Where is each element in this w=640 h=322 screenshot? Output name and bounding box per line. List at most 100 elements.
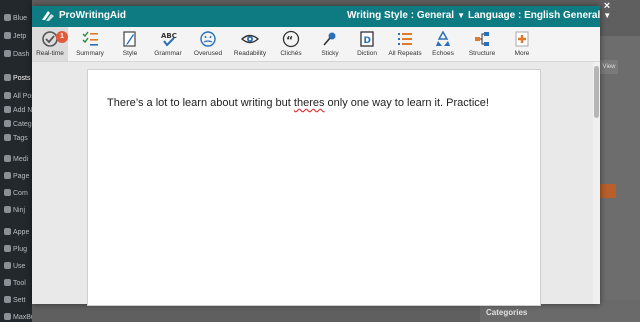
brand-title: ProWritingAid bbox=[59, 10, 127, 21]
toolbar-label: Sticky bbox=[321, 50, 339, 57]
wp-menu-icon bbox=[4, 296, 11, 303]
toolbar-button-diction[interactable]: D Diction bbox=[350, 27, 384, 61]
wp-menu-icon bbox=[4, 228, 11, 235]
wp-menu-label: Plug bbox=[13, 246, 28, 253]
wp-menu-icon bbox=[4, 155, 11, 162]
prowritingaid-logo-icon bbox=[42, 11, 54, 21]
toolbar-label: Clichés bbox=[280, 50, 302, 57]
toolbar-label: Echoes bbox=[432, 50, 454, 57]
wp-admin-sidebar: Blue Jetp Dash Posts All Posts Add New Categor… bbox=[0, 0, 50, 322]
wp-menu-label: Tags bbox=[13, 135, 28, 142]
language-label: Language : English General bbox=[468, 10, 601, 21]
toolbar-label: More bbox=[514, 50, 530, 57]
toolbar-button-overused[interactable]: Overused bbox=[187, 27, 229, 61]
wp-menu-icon bbox=[4, 279, 11, 286]
wp-menu-icon bbox=[4, 206, 11, 213]
editor-scrollbar[interactable] bbox=[593, 62, 600, 304]
wp-menu-icon bbox=[4, 134, 11, 141]
wp-menu-label: Use bbox=[13, 263, 26, 270]
wp-menu-icon bbox=[4, 172, 11, 179]
wp-menu-item[interactable]: Com bbox=[4, 189, 28, 197]
wp-menu-label: Tool bbox=[13, 280, 26, 287]
close-button[interactable]: × bbox=[601, 0, 613, 12]
wp-menu-item[interactable]: Use bbox=[4, 262, 25, 270]
wp-menu-item[interactable]: Blue bbox=[4, 14, 27, 22]
toolbar-button-structure[interactable]: Structure bbox=[461, 27, 503, 61]
document-page[interactable]: There’s a lot to learn about writing but… bbox=[87, 69, 541, 306]
document-text[interactable]: There’s a lot to learn about writing but… bbox=[107, 97, 489, 109]
toolbar-button-all-repeats[interactable]: All Repeats bbox=[385, 27, 425, 61]
toolbar-button-summary[interactable]: Summary bbox=[69, 27, 111, 61]
toolbar-label: Diction bbox=[357, 50, 377, 57]
modal-header: ProWritingAid Writing Style : General ▼ L… bbox=[32, 0, 611, 27]
toolbar-button-echoes[interactable]: Echoes bbox=[426, 27, 460, 61]
wp-menu-label: Page bbox=[13, 173, 30, 180]
wp-publish-button[interactable] bbox=[598, 184, 616, 198]
wp-menu-label: Posts bbox=[13, 75, 31, 82]
pin-icon bbox=[323, 32, 336, 46]
toolbar-label: Style bbox=[122, 50, 138, 57]
wp-menu-item[interactable]: Tags bbox=[4, 134, 28, 142]
wp-menu-icon bbox=[4, 14, 11, 21]
wp-menu-label: Ninj bbox=[13, 207, 26, 214]
toolbar-button-grammar[interactable]: ABC Grammar bbox=[149, 27, 187, 61]
toolbar-button-style[interactable]: Style bbox=[113, 27, 147, 61]
wp-menu-icon bbox=[4, 120, 11, 127]
pen-paper-icon bbox=[123, 31, 136, 47]
toolbar-button-clich-s[interactable]: “ Clichés bbox=[272, 27, 310, 61]
wp-menu-item[interactable]: Posts bbox=[4, 74, 31, 82]
wp-menu-item[interactable]: Plug bbox=[4, 245, 27, 253]
editor-area: There’s a lot to learn about writing but… bbox=[32, 62, 600, 306]
language-dropdown[interactable]: Language : English General ▼ bbox=[468, 10, 611, 21]
toolbar-button-readability[interactable]: Readability bbox=[229, 27, 271, 61]
wp-menu-label: Sett bbox=[13, 297, 26, 304]
wp-menu-item[interactable]: Tool bbox=[4, 279, 26, 287]
text-after: only one way to learn it. Practice! bbox=[324, 97, 489, 109]
wp-menu-item[interactable]: Page bbox=[4, 172, 29, 180]
toolbar-label: Readability bbox=[233, 50, 267, 57]
wp-menu-item[interactable]: Appe bbox=[4, 228, 29, 236]
wp-menu-icon bbox=[4, 74, 11, 81]
wp-menu-label: Dash bbox=[13, 51, 30, 58]
wp-right-column bbox=[600, 36, 640, 300]
quote-bubble-icon: “ bbox=[282, 30, 300, 48]
wp-menu-item[interactable]: Jetp bbox=[4, 32, 26, 40]
wp-menu-item[interactable]: Ninj bbox=[4, 206, 25, 214]
toolbar-label: All Repeats bbox=[388, 50, 422, 57]
prowritingaid-modal: ProWritingAid Writing Style : General ▼ L… bbox=[32, 0, 611, 306]
wp-menu-item[interactable]: Medi bbox=[4, 155, 28, 163]
wp-menu-item[interactable]: Dash bbox=[4, 50, 29, 58]
svg-text:“: “ bbox=[286, 34, 293, 47]
wp-menu-icon bbox=[4, 92, 11, 99]
wp-view-button[interactable]: View bbox=[600, 60, 618, 74]
wp-menu-icon bbox=[4, 262, 11, 269]
toolbar-label: Grammar bbox=[154, 50, 182, 57]
recycle-icon bbox=[436, 30, 450, 46]
toolbar-button-more[interactable]: More bbox=[503, 27, 541, 61]
toolbar-label: Real-time bbox=[36, 50, 64, 57]
wp-menu-item[interactable]: Sett bbox=[4, 296, 25, 304]
writing-style-label: Writing Style : General bbox=[347, 10, 455, 21]
structure-icon bbox=[475, 32, 489, 46]
toolbar-label: Overused bbox=[193, 50, 223, 57]
toolbar-label: Summary bbox=[76, 50, 104, 57]
wp-menu-label: Blue bbox=[13, 15, 28, 22]
wp-menu-icon bbox=[4, 189, 11, 196]
wp-menu-icon bbox=[4, 32, 11, 39]
text-before: There’s a lot to learn about writing but bbox=[107, 97, 294, 109]
spelling-error[interactable]: theres bbox=[294, 97, 325, 109]
wp-menu-icon bbox=[4, 106, 11, 113]
checklist-icon bbox=[82, 31, 98, 46]
wp-menu-icon bbox=[4, 50, 11, 57]
toolbar-label: Structure bbox=[468, 50, 496, 57]
chevron-down-icon: ▼ bbox=[457, 11, 465, 20]
plus-doc-icon bbox=[515, 31, 529, 47]
scrollbar-thumb[interactable] bbox=[594, 66, 599, 118]
wp-menu-label: Medi bbox=[13, 156, 29, 163]
dictionary-icon: D bbox=[360, 31, 374, 47]
eye-icon bbox=[241, 34, 259, 44]
writing-style-dropdown[interactable]: Writing Style : General ▼ bbox=[347, 10, 465, 21]
wp-categories-title: Categories bbox=[486, 308, 528, 317]
svg-text:D: D bbox=[364, 36, 371, 46]
toolbar-button-sticky[interactable]: Sticky bbox=[311, 27, 349, 61]
